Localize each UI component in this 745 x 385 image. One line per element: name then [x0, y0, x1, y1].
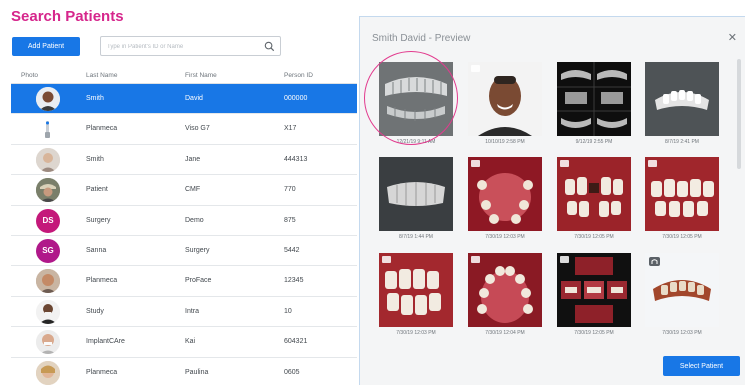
image-tile-intraoral-side[interactable] [645, 157, 719, 231]
image-date: 9/12/19 2:55 PM [575, 139, 613, 145]
column-header-person-id[interactable]: Person ID [284, 72, 313, 79]
image-date: 7/30/19 12:05 PM [574, 234, 614, 240]
table-row[interactable]: Patient CMF 770 [11, 175, 357, 206]
avatar [36, 330, 60, 355]
avatar [36, 147, 60, 172]
image-tile-3d-scan[interactable] [645, 253, 719, 327]
avatar [36, 360, 60, 385]
photo-badge-icon [382, 256, 391, 263]
first-name-cell: Intra [185, 307, 200, 315]
image-date: 8/7/19 2:41 PM [665, 139, 699, 145]
photo-badge-icon [471, 256, 480, 263]
image-date: 7/30/19 12:03 PM [662, 330, 702, 336]
table-row[interactable]: SG Sanna Surgery 5442 [11, 236, 357, 267]
person-id-cell: 875 [284, 216, 296, 224]
avatar [36, 117, 60, 142]
table-row[interactable]: Study Intra 10 [11, 297, 357, 328]
select-patient-button[interactable]: Select Patient [663, 356, 740, 376]
table-header: Photo Last Name First Name Person ID [11, 68, 357, 84]
table-row[interactable]: DS Surgery Demo 875 [11, 206, 357, 236]
search-patients-page: Search Patients Add Patient Photo Last N… [0, 0, 745, 385]
person-id-cell: 770 [284, 186, 296, 194]
person-id-cell: X17 [284, 125, 297, 133]
image-tile-ct-slices[interactable] [557, 62, 631, 136]
avatar [36, 299, 60, 324]
photo-badge-icon [648, 160, 657, 167]
image-date: 7/30/19 12:05 PM [662, 234, 702, 240]
table-row[interactable]: ImplantCAre Kai 604321 [11, 327, 357, 358]
last-name-cell: ImplantCAre [86, 338, 125, 346]
first-name-cell: David [185, 95, 203, 102]
person-id-cell: 0605 [284, 368, 300, 376]
image-tile-intraoral-series[interactable] [557, 253, 631, 327]
table-row[interactable]: Planmeca ProFace 12345 [11, 266, 357, 297]
first-name-cell: Paulina [185, 368, 209, 376]
person-id-cell: 000000 [284, 95, 308, 102]
last-name-cell: Study [86, 307, 104, 315]
person-id-cell: 10 [284, 307, 292, 315]
last-name-cell: Planmeca [86, 125, 118, 133]
image-tile-intraoral-upper-arch[interactable] [468, 253, 542, 327]
last-name-cell: Planmeca [86, 368, 118, 376]
person-id-cell: 444313 [284, 155, 308, 163]
photo-badge-icon [471, 160, 480, 167]
preview-scrollbar[interactable] [737, 59, 741, 169]
first-name-cell: Demo [185, 216, 204, 224]
avatar-initials: SG [42, 246, 54, 256]
image-date: 8/7/19 1:44 PM [399, 234, 433, 240]
table-row[interactable]: Smith David 000000 [11, 84, 357, 115]
first-name-cell: Jane [185, 155, 201, 163]
add-patient-button[interactable]: Add Patient [12, 37, 80, 56]
table-row[interactable]: Smith Jane 444313 [11, 145, 357, 176]
last-name-cell: Smith [86, 155, 104, 163]
avatar-initials: DS [42, 216, 54, 226]
last-name-cell: Smith [86, 95, 104, 102]
avatar [36, 269, 60, 294]
first-name-cell: Viso G7 [185, 125, 210, 133]
patient-table: Photo Last Name First Name Person ID Smi… [11, 68, 357, 385]
image-date: 7/30/19 12:03 PM [396, 330, 436, 336]
image-tile-intraoral-bite[interactable] [379, 253, 453, 327]
image-date: 7/30/19 12:05 PM [574, 330, 614, 336]
last-name-cell: Sanna [86, 246, 107, 254]
avatar [36, 87, 60, 111]
first-name-cell: Surgery [185, 246, 210, 254]
avatar: DS [36, 208, 60, 233]
photo-badge-icon [560, 256, 569, 263]
image-tile-3d-teeth[interactable] [379, 157, 453, 231]
image-tile-intraoral-palate[interactable] [468, 157, 542, 231]
first-name-cell: ProFace [185, 277, 212, 285]
avatar: SG [36, 238, 60, 263]
image-tile-portrait-photo[interactable] [468, 62, 542, 136]
first-name-cell: Kai [185, 338, 196, 346]
image-tile-panoramic-xray[interactable] [379, 62, 453, 136]
patient-search-input[interactable] [107, 40, 257, 53]
page-title: Search Patients [11, 8, 124, 25]
table-row[interactable]: Planmeca Paulina 0605 [11, 358, 357, 385]
first-name-cell: CMF [185, 186, 201, 194]
search-icon[interactable] [264, 41, 275, 52]
photo-badge-icon [471, 65, 480, 72]
last-name-cell: Planmeca [86, 277, 118, 285]
photo-badge-icon [560, 160, 569, 167]
image-date: 10/10/19 2:58 PM [485, 139, 525, 145]
last-name-cell: Patient [86, 186, 108, 194]
search-box [100, 36, 281, 56]
column-header-first-name[interactable]: First Name [185, 72, 217, 79]
person-id-cell: 12345 [284, 277, 304, 285]
image-date: 7/30/19 12:04 PM [485, 330, 525, 336]
close-icon[interactable]: ✕ [728, 31, 737, 44]
last-name-cell: Surgery [86, 216, 111, 224]
avatar [36, 178, 60, 203]
image-tile-intraoral-front[interactable] [557, 157, 631, 231]
image-tile-3d-model[interactable] [645, 62, 719, 136]
person-id-cell: 5442 [284, 246, 300, 254]
table-row[interactable]: Planmeca Viso G7 X17 [11, 114, 357, 145]
preview-title: Smith David - Preview [372, 33, 471, 44]
image-date: 7/30/19 12:03 PM [485, 234, 525, 240]
column-header-photo[interactable]: Photo [21, 72, 38, 79]
person-id-cell: 604321 [284, 338, 308, 346]
column-header-last-name[interactable]: Last Name [86, 72, 117, 79]
image-date: 12/21/19 9:11 AM [396, 139, 436, 145]
